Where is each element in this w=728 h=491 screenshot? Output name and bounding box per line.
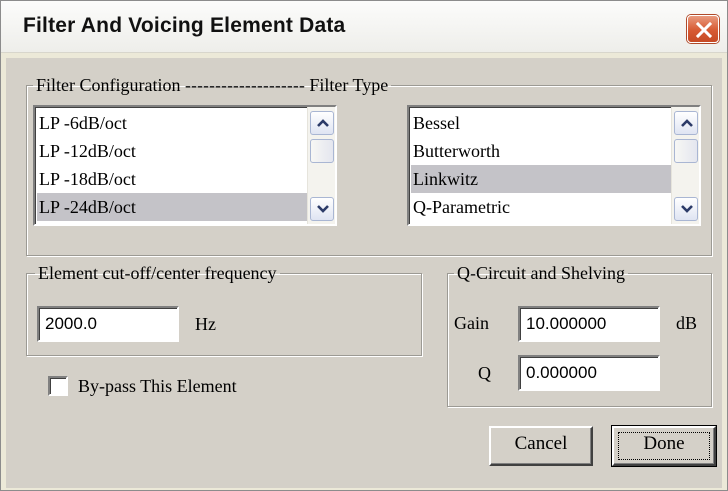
scroll-down-button[interactable] [310,197,334,221]
cancel-button[interactable]: Cancel [489,426,593,466]
list-item[interactable]: Butterworth [411,137,671,165]
scroll-up-button[interactable] [674,111,698,135]
list-item-selected[interactable]: Linkwitz [411,165,671,193]
list-item[interactable]: LP -18dB/oct [37,165,307,193]
chevron-up-icon [317,119,329,127]
gain-unit-label: dB [676,313,698,333]
filter-configuration-list[interactable]: LP -6dB/oct LP -12dB/oct LP -18dB/oct LP… [33,105,337,226]
window-title: Filter And Voicing Element Data [23,14,346,37]
scroll-down-button[interactable] [674,197,698,221]
chevron-up-icon [681,119,693,127]
scroll-thumb[interactable] [310,139,334,163]
dialog-client-area: Filter Configuration -------------------… [6,58,722,488]
done-button-label: Done [643,433,685,454]
scroll-thumb[interactable] [674,139,698,163]
configuration-scrollbar[interactable] [307,107,335,224]
gain-label: Gain [454,313,489,333]
dialog-window: Filter And Voicing Element Data Filter C… [0,0,728,491]
chevron-down-icon [317,205,329,213]
list-item[interactable]: LP -6dB/oct [37,109,307,137]
bypass-checkbox[interactable] [48,376,68,396]
list-item[interactable]: LP -12dB/oct [37,137,307,165]
cancel-button-label: Cancel [514,433,568,454]
q-circuit-legend: Q-Circuit and Shelving [457,263,625,283]
frequency-input[interactable] [37,306,179,342]
list-item[interactable]: Bessel [411,109,671,137]
title-bar[interactable]: Filter And Voicing Element Data [1,1,727,53]
filter-type-list[interactable]: Bessel Butterworth Linkwitz Q-Parametric [407,105,701,226]
done-button[interactable]: Done [611,425,717,467]
gain-input[interactable] [518,306,660,342]
frequency-unit-label: Hz [195,314,216,334]
list-item[interactable]: Q-Parametric [411,193,671,221]
frequency-legend: Element cut-off/center frequency [38,263,277,283]
q-input[interactable] [518,355,660,391]
close-x-icon [695,21,713,39]
close-button[interactable] [687,15,719,43]
type-scrollbar[interactable] [671,107,699,224]
chevron-down-icon [681,205,693,213]
scroll-up-button[interactable] [310,111,334,135]
bypass-label[interactable]: By-pass This Element [78,376,237,397]
q-label: Q [478,363,491,383]
filter-config-legend: Filter Configuration -------------------… [36,75,389,95]
list-item-selected[interactable]: LP -24dB/oct [37,193,307,221]
